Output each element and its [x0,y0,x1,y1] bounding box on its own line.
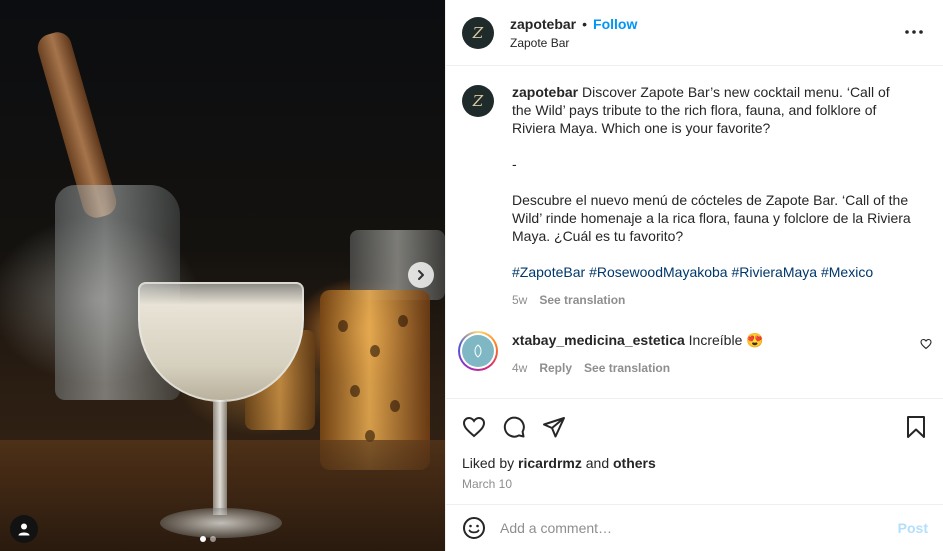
post-details-panel: Z zapotebar • Follow Zapote Bar Z zapote… [445,0,943,551]
more-options-button[interactable] [903,22,925,42]
share-icon [543,417,565,438]
person-tag-icon [18,523,30,536]
comment: xtabay_medicina_estetica Increíble 😍 4w … [458,331,928,377]
comment-time[interactable]: 4w [512,359,527,377]
emoji-button[interactable] [462,516,486,540]
heart-icon [920,338,932,350]
commenter-avatar[interactable] [458,331,498,371]
caption-divider: - [512,156,517,172]
chevron-right-icon [418,270,424,280]
avatar-letter: Z [472,23,484,42]
comment-icon [503,416,525,438]
likes-and: and [585,455,610,471]
comments-section: Z zapotebar Discover Zapote Bar’s new co… [446,67,943,398]
like-comment-button[interactable] [920,337,932,353]
caption-hashtags: #ZapoteBar #RosewoodMayakoba #RivieraMay… [512,263,912,281]
post-header: Z zapotebar • Follow Zapote Bar [446,0,943,66]
comment-see-translation-button[interactable]: See translation [584,359,670,377]
comment-username[interactable]: xtabay_medicina_estetica [512,332,685,348]
leaf-logo-icon [474,344,482,358]
caption-username[interactable]: zapotebar [512,84,578,100]
account-avatar[interactable]: Z [462,16,494,49]
caption: Z zapotebar Discover Zapote Bar’s new co… [462,83,928,309]
carousel-indicator [200,536,216,542]
likes-summary: Liked by ricardrmz and others [462,455,928,471]
header-names: zapotebar • Follow Zapote Bar [510,16,637,50]
likes-prefix: Liked by [462,455,515,471]
hashtag-link[interactable]: #Mexico [821,264,873,280]
carousel-dot-active [200,536,206,542]
commenter-avatar-image [462,335,494,367]
comment-meta: 4w Reply See translation [512,359,912,377]
hashtag-link[interactable]: #ZapoteBar [512,264,585,280]
caption-meta: 5w See translation [512,291,912,309]
header-separator: • [582,15,588,32]
likes-others[interactable]: others [613,455,656,471]
caption-text-es: Descubre el nuevo menú de cócteles de Za… [512,192,911,244]
photo-glass-stem [213,400,227,515]
see-translation-button[interactable]: See translation [539,291,625,309]
location-link[interactable]: Zapote Bar [510,36,637,50]
reply-button[interactable]: Reply [539,359,572,377]
carousel-dot [210,536,216,542]
share-button[interactable] [542,415,566,439]
heart-icon [462,416,486,438]
header-username[interactable]: zapotebar [510,16,576,32]
comment-text: Increíble [688,332,743,348]
likes-user[interactable]: ricardrmz [518,455,582,471]
save-button[interactable] [904,415,928,439]
more-icon [905,30,923,34]
next-photo-button[interactable] [408,262,434,288]
comment-button[interactable] [502,415,526,439]
like-button[interactable] [462,415,486,439]
tagged-people-button[interactable] [10,515,38,543]
hashtag-link[interactable]: #RosewoodMayakoba [589,264,728,280]
hashtag-link[interactable]: #RivieraMaya [731,264,817,280]
photo-glass-foot [160,508,282,538]
post-actions: Liked by ricardrmz and others March 10 [446,398,943,491]
caption-avatar[interactable]: Z [462,85,494,117]
add-comment-input[interactable] [500,520,898,536]
follow-button[interactable]: Follow [593,16,637,32]
add-comment-bar: Post [446,504,943,551]
save-icon [907,416,925,438]
post-photo[interactable] [0,0,445,551]
caption-time[interactable]: 5w [512,291,527,309]
heart-eyes-emoji: 😍 [746,332,764,348]
post-comment-button[interactable]: Post [898,520,928,536]
smiley-icon [463,517,485,539]
post-date[interactable]: March 10 [462,477,928,491]
avatar-letter: Z [472,92,484,110]
